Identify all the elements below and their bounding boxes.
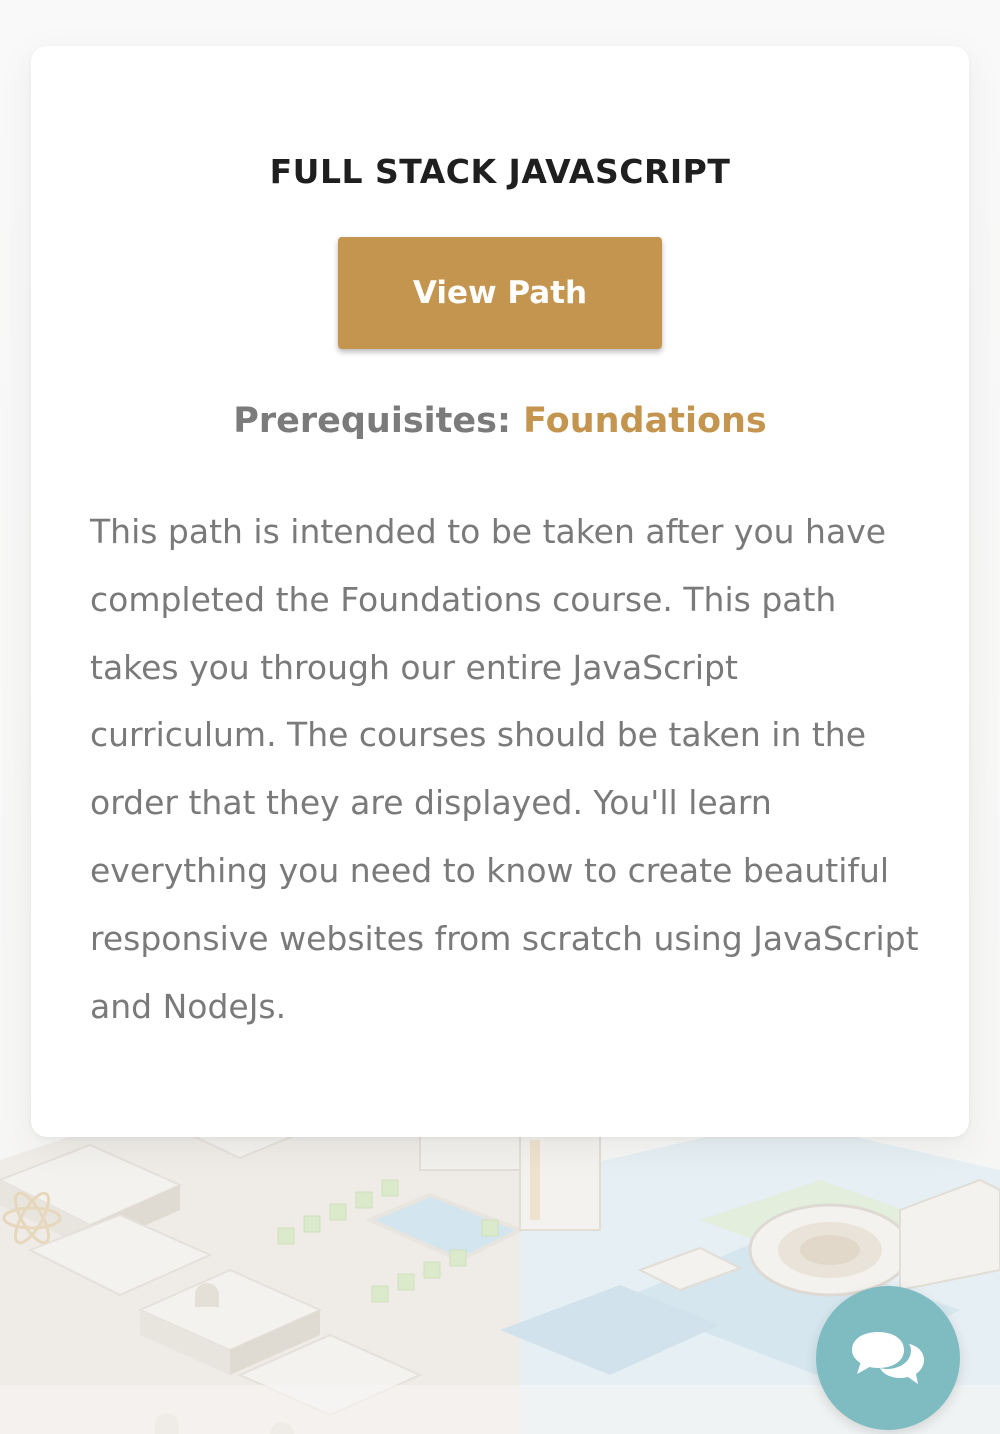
chat-button[interactable]: [816, 1286, 960, 1430]
prerequisites: Prerequisites: Foundations: [31, 401, 969, 441]
view-path-button[interactable]: View Path: [338, 237, 662, 349]
path-title: FULL STACK JAVASCRIPT: [269, 152, 731, 191]
prerequisites-label: Prerequisites:: [233, 401, 511, 441]
path-description: This path is intended to be taken after …: [90, 512, 919, 1026]
course-path-card: FULL STACK JAVASCRIPT View Path Prerequi…: [31, 46, 969, 1137]
chat-bubbles-icon: [852, 1332, 924, 1384]
prerequisites-foundations-link[interactable]: Foundations: [523, 401, 767, 441]
